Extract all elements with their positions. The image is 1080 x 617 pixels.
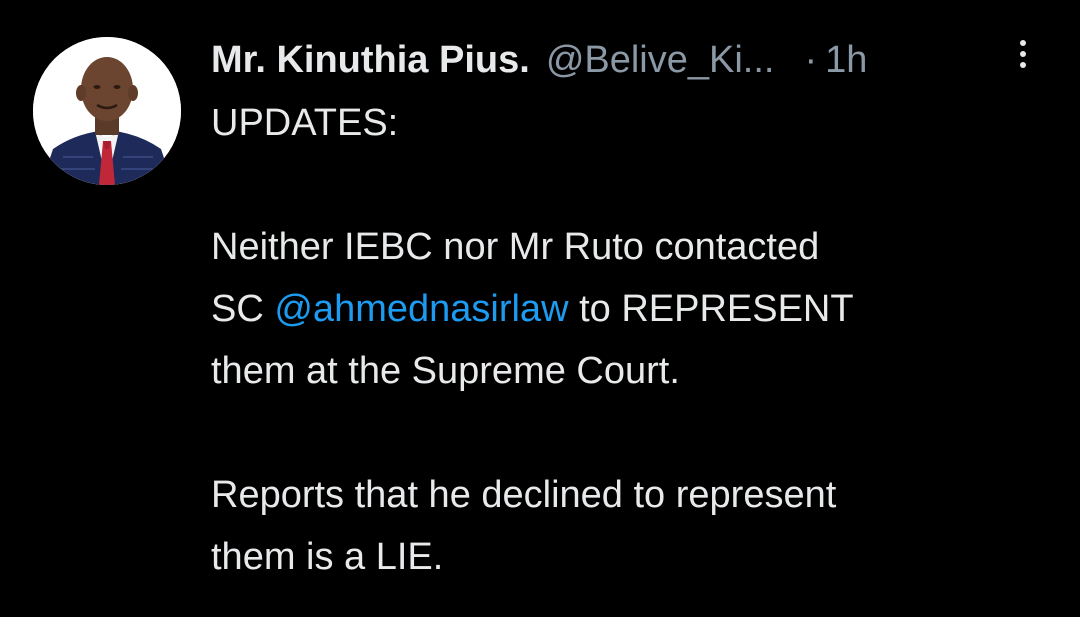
- tweet-text-fragment: to REPRESENT: [568, 288, 854, 330]
- tweet-line: SC @ahmednasirlaw to REPRESENT: [211, 278, 1051, 340]
- author-name[interactable]: Mr. Kinuthia Pius.: [211, 39, 530, 82]
- author-handle[interactable]: @Belive_Ki...: [546, 39, 775, 82]
- avatar[interactable]: [33, 37, 181, 185]
- tweet[interactable]: Mr. Kinuthia Pius. @Belive_Ki... · 1h UP…: [0, 0, 1080, 617]
- profile-photo-icon: [33, 37, 181, 185]
- tweet-line: Neither IEBC nor Mr Ruto contacted: [211, 226, 820, 268]
- tweet-line: UPDATES:: [211, 102, 399, 144]
- separator-dot: ·: [804, 38, 818, 81]
- tweet-line: them at the Supreme Court.: [211, 350, 680, 392]
- tweet-text: UPDATES: Neither IEBC nor Mr Ruto contac…: [211, 92, 1051, 588]
- tweet-line: them is a LIE.: [211, 536, 444, 578]
- tweet-header: Mr. Kinuthia Pius. @Belive_Ki... · 1h: [211, 32, 1051, 88]
- tweet-timestamp[interactable]: 1h: [825, 39, 867, 82]
- tweet-text-fragment: SC: [211, 288, 275, 330]
- tweet-line: Reports that he declined to represent: [211, 474, 837, 516]
- more-vertical-icon[interactable]: [1016, 40, 1030, 76]
- mention-link[interactable]: @ahmednasirlaw: [274, 288, 568, 330]
